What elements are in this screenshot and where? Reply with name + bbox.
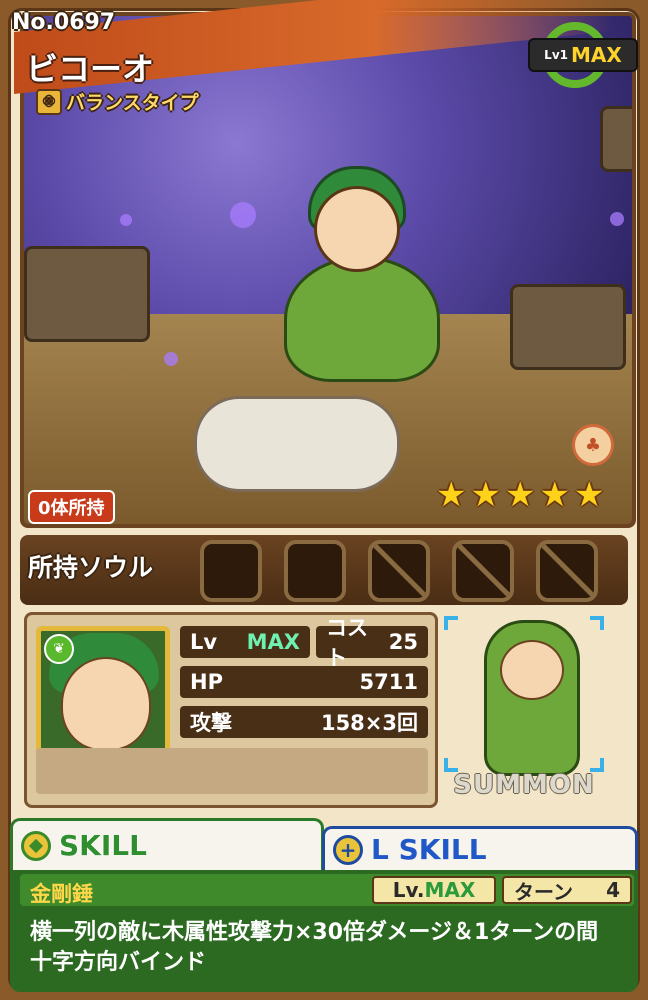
soul-slot-locked[interactable] bbox=[536, 540, 598, 602]
level-label: Lv bbox=[190, 630, 218, 654]
skill-level-prefix: Lv. bbox=[392, 878, 425, 902]
rock-pillar-left bbox=[24, 246, 150, 342]
cost-stat: コスト 25 bbox=[316, 616, 428, 670]
wood-attribute-icon: ❦ bbox=[44, 634, 74, 664]
hp-stat: HP 5711 bbox=[180, 666, 428, 698]
soul-slot-locked[interactable] bbox=[452, 540, 514, 602]
level-value: MAX bbox=[246, 630, 300, 654]
skill-turn-value: 4 bbox=[606, 878, 620, 902]
attack-stat: 攻撃 158×3回 bbox=[180, 706, 428, 738]
tab-leader-skill[interactable]: + L SKILL bbox=[322, 826, 638, 870]
type-label: ⊘ バランスタイプ bbox=[36, 88, 199, 115]
skill-name: 金剛錘 bbox=[30, 882, 93, 906]
tab-skill[interactable]: SKILL bbox=[10, 818, 324, 870]
level-max-text: MAX bbox=[571, 43, 622, 67]
level-prefix: Lv1 bbox=[544, 48, 568, 62]
magic-orb bbox=[610, 212, 624, 226]
level-max-badge: Lv1 MAX bbox=[528, 22, 638, 88]
skill-tab-label: SKILL bbox=[59, 829, 147, 862]
character-head bbox=[314, 186, 400, 272]
summon-label: SUMMON bbox=[453, 770, 595, 800]
balance-type-icon: ⊘ bbox=[36, 88, 62, 115]
star-icon: ★ bbox=[470, 475, 501, 515]
star-icon: ★ bbox=[436, 475, 467, 515]
leader-skill-tab-label: L SKILL bbox=[371, 833, 487, 866]
rock-pillar-right bbox=[510, 284, 626, 370]
soul-slots bbox=[200, 540, 598, 602]
portrait-face bbox=[61, 657, 151, 751]
level-stat: Lv MAX bbox=[180, 626, 310, 658]
frame-corner bbox=[444, 616, 458, 630]
wood-element-icon: ♣ bbox=[572, 424, 614, 466]
owned-count-badge: 0体所持 bbox=[28, 490, 115, 524]
summon-preview[interactable]: SUMMON bbox=[444, 610, 624, 810]
rarity-stars: ★ ★ ★ ★ ★ bbox=[436, 478, 604, 512]
hp-label: HP bbox=[190, 670, 223, 694]
monster-number: No.0697 bbox=[12, 10, 116, 35]
soul-slot-empty[interactable] bbox=[200, 540, 262, 602]
skill-turn-label: ターン bbox=[514, 879, 573, 904]
soul-slot-empty[interactable] bbox=[284, 540, 346, 602]
attack-value: 158×3回 bbox=[320, 711, 418, 735]
cost-label: コスト bbox=[326, 616, 368, 670]
monster-name: ビコーオ bbox=[26, 50, 155, 88]
character-body bbox=[284, 256, 440, 382]
skill-turn: ターン 4 bbox=[502, 876, 632, 904]
skill-level: Lv. MAX bbox=[372, 876, 496, 904]
plus-icon: + bbox=[333, 834, 363, 865]
hp-value: 5711 bbox=[359, 670, 418, 694]
skill-description: 横一列の敵に木属性攻撃力×30倍ダメージ＆1ターンの間十字方向バインド bbox=[30, 920, 599, 975]
star-icon: ★ bbox=[504, 475, 536, 515]
frame-corner bbox=[590, 616, 604, 630]
summon-character-face bbox=[500, 640, 564, 700]
cost-value: 25 bbox=[388, 630, 418, 654]
soul-label: 所持ソウル bbox=[28, 553, 154, 582]
skill-level-value: MAX bbox=[424, 878, 476, 902]
attack-label: 攻撃 bbox=[190, 711, 232, 735]
empty-stat-row bbox=[36, 748, 428, 794]
magic-orb bbox=[230, 202, 256, 228]
star-icon: ★ bbox=[573, 475, 605, 515]
magic-orb bbox=[120, 214, 132, 226]
skill-diamond-icon bbox=[21, 830, 51, 861]
rock-pillar-far bbox=[600, 106, 632, 172]
type-text: バランスタイプ bbox=[66, 92, 199, 114]
level-max-label: Lv1 MAX bbox=[528, 38, 638, 72]
star-icon: ★ bbox=[539, 475, 570, 515]
monster-card: No.0697 ビコーオ ⊘ バランスタイプ Lv1 MAX ♣ 0体所持 ★ … bbox=[0, 0, 648, 1000]
magic-orb bbox=[164, 352, 178, 366]
character-tail bbox=[194, 396, 400, 492]
soul-slot-locked[interactable] bbox=[368, 540, 430, 602]
